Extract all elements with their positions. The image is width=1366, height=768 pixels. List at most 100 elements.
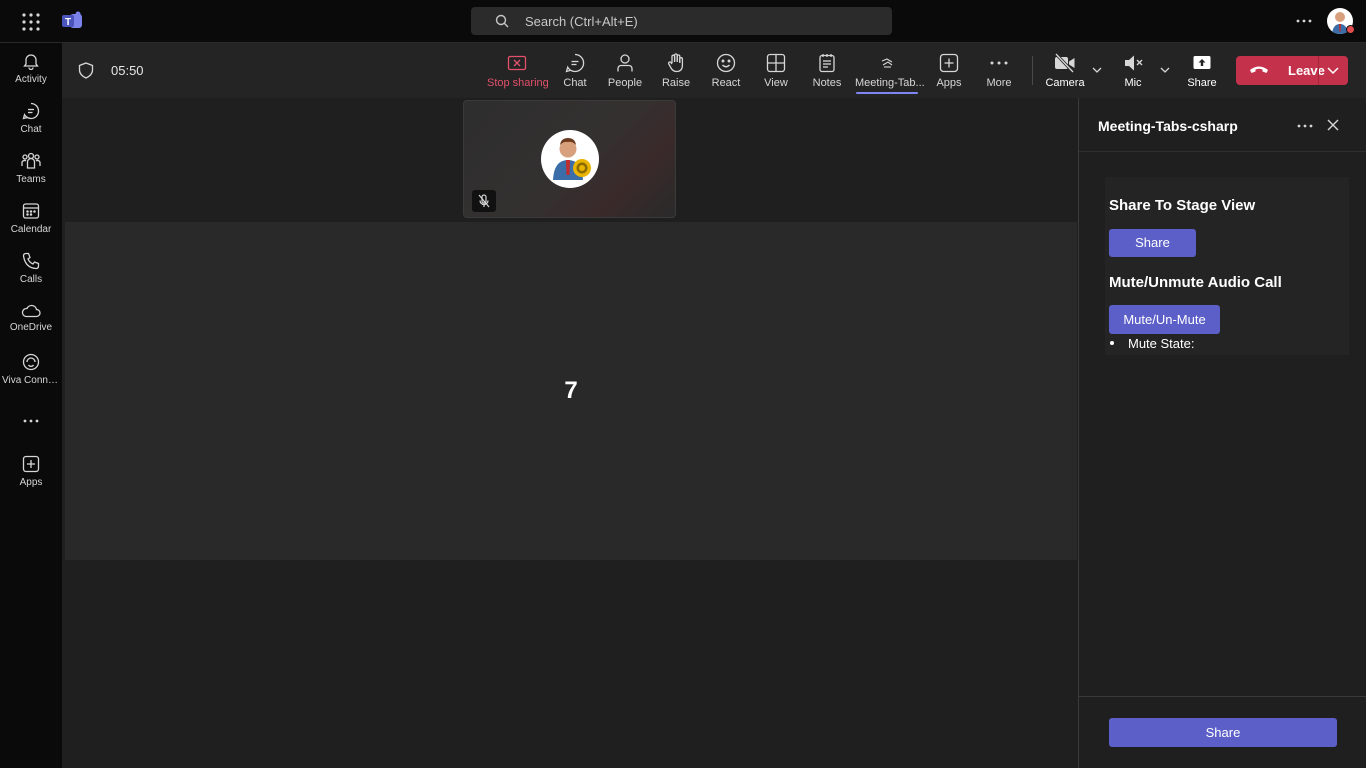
- add-app-icon: [0, 455, 62, 473]
- react-button[interactable]: React: [701, 53, 751, 89]
- panel-more-icon[interactable]: [1297, 123, 1313, 129]
- leave-divider: [1318, 56, 1319, 85]
- rail-item-calls[interactable]: Calls: [0, 252, 62, 298]
- stop-sharing-label: Stop sharing: [487, 77, 549, 89]
- share-label: Share: [1187, 77, 1217, 89]
- people-button[interactable]: People: [600, 53, 650, 89]
- mute-state-label: Mute State:: [1128, 336, 1195, 351]
- stop-sharing-icon: [487, 53, 547, 73]
- rail-item-teams[interactable]: Teams: [0, 152, 62, 198]
- close-icon[interactable]: [1327, 119, 1339, 131]
- cloud-icon: [0, 304, 62, 318]
- shared-stage-content: 7: [65, 222, 1077, 560]
- mute-unmute-button[interactable]: Mute/Un-Mute: [1109, 305, 1220, 334]
- participant-mic-muted-icon: [472, 190, 496, 212]
- share-screen-icon: [1177, 53, 1227, 73]
- notes-button[interactable]: Notes: [802, 53, 852, 89]
- toolbar-divider: [1032, 56, 1033, 85]
- meeting-toolbar: 05:50 Stop sharing Chat People Raise Rea…: [62, 43, 1366, 98]
- notes-icon: [802, 53, 852, 73]
- panel-footer: Share: [1079, 696, 1366, 768]
- meeting-side-panel: Meeting-Tabs-csharp Share To Stage View …: [1078, 98, 1366, 768]
- react-label: React: [711, 77, 741, 89]
- more-label: More: [986, 77, 1012, 89]
- mute-unmute-heading: Mute/Unmute Audio Call: [1109, 274, 1282, 291]
- tab-meeting-tabs[interactable]: Meeting-Tab...: [855, 53, 925, 94]
- rail-item-chat[interactable]: Chat: [0, 102, 62, 148]
- title-bar: T Search (Ctrl+Alt+E): [0, 0, 1366, 43]
- panel-title: Meeting-Tabs-csharp: [1098, 118, 1238, 134]
- viva-icon: [0, 353, 62, 371]
- share-to-stage-button[interactable]: Share: [1109, 229, 1196, 257]
- more-icon: [974, 53, 1024, 73]
- svg-text:T: T: [65, 17, 71, 28]
- raise-hand-icon: [651, 53, 701, 73]
- smile-icon: [701, 53, 751, 73]
- stage-counter: 7: [564, 377, 578, 404]
- view-label: View: [764, 77, 788, 89]
- chat-icon: [550, 53, 600, 73]
- calendar-icon: [0, 202, 62, 220]
- add-app-icon: [924, 53, 974, 73]
- camera-options-chevron-icon[interactable]: [1092, 67, 1102, 73]
- tab-content-card: Share To Stage View Share Mute/Unmute Au…: [1105, 177, 1349, 355]
- apps-button[interactable]: Apps: [924, 53, 974, 89]
- presence-busy-icon: [1346, 25, 1355, 34]
- mic-button[interactable]: Mic: [1108, 53, 1158, 89]
- rail-item-viva[interactable]: Viva Conne...: [0, 353, 62, 399]
- rail-item-calendar[interactable]: Calendar: [0, 202, 62, 248]
- grid-view-icon: [751, 53, 801, 73]
- participant-video-tile[interactable]: [463, 100, 676, 218]
- rail-more-icon[interactable]: [0, 415, 62, 427]
- search-placeholder: Search (Ctrl+Alt+E): [525, 14, 638, 29]
- camera-off-icon: [1040, 53, 1090, 73]
- rail-item-label: Calls: [19, 274, 43, 285]
- share-tray-button[interactable]: Share: [1177, 53, 1227, 89]
- rail-item-label: OneDrive: [9, 322, 53, 333]
- mic-label: Mic: [1124, 77, 1142, 89]
- app-launcher-icon[interactable]: [21, 12, 41, 32]
- rail-item-label: Teams: [16, 174, 46, 185]
- notes-label: Notes: [812, 77, 842, 89]
- mic-options-chevron-icon[interactable]: [1160, 67, 1170, 73]
- people-icon: [600, 53, 650, 73]
- rail-item-activity[interactable]: Activity: [0, 52, 62, 98]
- stop-sharing-button[interactable]: Stop sharing: [487, 53, 549, 89]
- rail-item-label: Viva Conne...: [2, 375, 62, 386]
- teams-icon: [0, 152, 62, 170]
- mic-muted-icon: [1108, 53, 1158, 73]
- chat-button[interactable]: Chat: [550, 53, 600, 89]
- more-options-icon[interactable]: [1296, 18, 1312, 24]
- meeting-tab-label: Meeting-Tab...: [855, 77, 925, 89]
- view-button[interactable]: View: [751, 53, 801, 89]
- raise-label: Raise: [661, 77, 691, 89]
- rail-item-onedrive[interactable]: OneDrive: [0, 304, 62, 350]
- search-input[interactable]: Search (Ctrl+Alt+E): [471, 7, 892, 35]
- leave-button[interactable]: Leave: [1236, 56, 1348, 85]
- rail-item-label: Apps: [19, 477, 43, 488]
- bullet-icon: [1110, 341, 1114, 345]
- shield-icon[interactable]: [78, 62, 94, 79]
- search-icon: [495, 14, 509, 28]
- leave-options-chevron-icon[interactable]: [1327, 67, 1339, 74]
- apps-label: Apps: [936, 77, 962, 89]
- share-to-meeting-button[interactable]: Share: [1109, 718, 1337, 747]
- camera-button[interactable]: Camera: [1040, 53, 1090, 89]
- phone-icon: [0, 252, 62, 270]
- chat-icon: [0, 102, 62, 120]
- people-label: People: [607, 77, 643, 89]
- bell-icon: [0, 52, 62, 70]
- rail-item-label: Activity: [15, 74, 47, 85]
- rail-item-label: Chat: [20, 124, 42, 135]
- more-button[interactable]: More: [974, 53, 1024, 89]
- raise-hand-button[interactable]: Raise: [651, 53, 701, 89]
- camera-label: Camera: [1045, 77, 1085, 89]
- meeting-timer: 05:50: [111, 63, 144, 78]
- app-tab-icon: [855, 53, 919, 73]
- share-to-stage-heading: Share To Stage View: [1109, 197, 1256, 214]
- chat-label: Chat: [563, 77, 587, 89]
- rail-item-apps[interactable]: Apps: [0, 455, 62, 501]
- hang-up-icon: [1249, 64, 1269, 76]
- active-tab-indicator: [856, 92, 918, 94]
- rail-item-label: Calendar: [10, 224, 52, 235]
